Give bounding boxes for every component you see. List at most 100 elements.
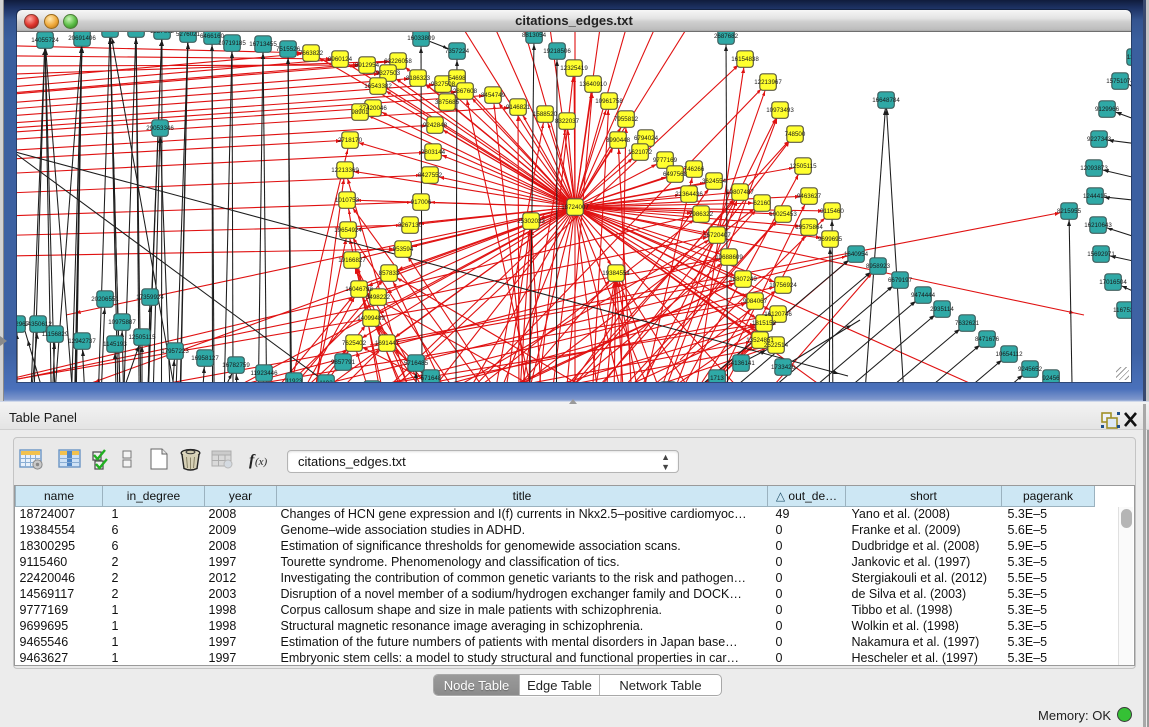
svg-text:13640910: 13640910 (579, 81, 607, 88)
svg-text:16046798: 16046798 (345, 286, 373, 293)
svg-text:1167534: 1167534 (1113, 307, 1131, 314)
svg-text:2867608: 2867608 (453, 88, 478, 95)
svg-text:21364436: 21364436 (675, 191, 703, 198)
svg-text:10025453: 10025453 (769, 211, 797, 218)
svg-text:11923: 11923 (286, 378, 303, 382)
svg-text:8215955: 8215955 (1057, 208, 1082, 215)
svg-text:748500: 748500 (785, 131, 806, 138)
svg-text:16120746: 16120746 (764, 311, 792, 318)
svg-text:12093873: 12093873 (1080, 165, 1108, 172)
svg-text:8960124: 8960124 (328, 56, 353, 63)
svg-text:6497568: 6497568 (663, 171, 688, 178)
svg-text:20691406: 20691406 (68, 35, 96, 42)
svg-text:5716485: 5716485 (404, 360, 429, 367)
svg-text:1244415: 1244415 (1083, 193, 1108, 200)
svg-text:11123: 11123 (1127, 54, 1131, 61)
svg-text:1621072: 1621072 (628, 149, 653, 156)
svg-text:14099489: 14099489 (357, 315, 385, 322)
svg-text:1691447: 1691447 (375, 340, 400, 347)
svg-text:7632621: 7632621 (955, 320, 980, 327)
svg-text:1640954: 1640954 (844, 251, 869, 258)
svg-text:3875685: 3875685 (435, 99, 460, 106)
svg-text:9227343: 9227343 (1087, 136, 1112, 143)
svg-text:16033809: 16033809 (407, 35, 435, 42)
svg-text:10975887: 10975887 (108, 319, 136, 326)
svg-text:16154838: 16154838 (731, 56, 759, 63)
svg-text:15751074: 15751074 (1106, 78, 1131, 85)
svg-text:7625402: 7625402 (342, 340, 367, 347)
svg-text:10973493: 10973493 (766, 107, 794, 114)
svg-text:12213369: 12213369 (331, 167, 359, 174)
svg-text:5276021: 5276021 (176, 32, 201, 38)
svg-text:2803144: 2803144 (421, 149, 446, 156)
svg-text:917006: 917006 (411, 199, 432, 206)
svg-text:12213967: 12213967 (754, 79, 782, 86)
svg-text:9699695: 9699695 (818, 236, 843, 243)
svg-text:16543382: 16543382 (364, 83, 392, 90)
svg-text:16782759: 16782759 (222, 362, 250, 369)
svg-text:10655267: 10655267 (96, 32, 124, 33)
svg-text:2522514: 2522514 (764, 342, 789, 349)
svg-text:7160552: 7160552 (124, 32, 149, 33)
svg-text:1815152: 1815152 (752, 320, 777, 327)
svg-text:19218506: 19218506 (543, 48, 571, 55)
svg-text:2718170: 2718170 (338, 137, 363, 144)
svg-text:16210643: 16210643 (1084, 222, 1112, 229)
svg-text:10688609: 10688609 (715, 254, 743, 261)
svg-text:9327508: 9327508 (431, 81, 456, 88)
svg-text:1588520: 1588520 (533, 111, 558, 118)
svg-text:9327503: 9327503 (376, 70, 401, 77)
svg-text:19166827: 19166827 (338, 257, 366, 264)
svg-text:8958923: 8958923 (866, 263, 891, 270)
svg-text:17359924: 17359924 (136, 294, 164, 301)
svg-text:6679197: 6679197 (888, 277, 913, 284)
svg-text:8427552: 8427552 (418, 172, 443, 179)
svg-text:8990448: 8990448 (606, 137, 631, 144)
svg-text:8813054: 8813054 (522, 32, 547, 39)
svg-text:9857791: 9857791 (331, 359, 356, 366)
svg-text:9084067: 9084067 (743, 298, 768, 305)
svg-text:16958127: 16958127 (191, 355, 219, 362)
svg-text:54698: 54698 (448, 75, 466, 82)
svg-text:83226058: 83226058 (384, 58, 412, 65)
svg-text:571648: 571648 (421, 375, 442, 382)
svg-text:3624554: 3624554 (702, 178, 727, 185)
svg-text:953594: 953594 (393, 246, 414, 253)
svg-text:11923446: 11923446 (250, 370, 278, 377)
svg-text:8454749: 8454749 (481, 92, 506, 99)
svg-text:9474444: 9474444 (911, 292, 936, 299)
svg-text:17016504: 17016504 (1099, 279, 1127, 286)
svg-text:17957223: 17957223 (161, 348, 189, 355)
svg-text:9463627: 9463627 (797, 193, 822, 200)
svg-text:14136141: 14136141 (727, 360, 755, 367)
svg-text:15692971: 15692971 (1087, 251, 1115, 258)
svg-text:92456: 92456 (1042, 375, 1060, 382)
svg-text:19575864: 19575864 (795, 224, 823, 231)
svg-text:3498222: 3498222 (366, 294, 391, 301)
svg-text:10654112: 10654112 (995, 351, 1023, 358)
svg-text:9242848: 9242848 (423, 122, 448, 129)
svg-text:2935114: 2935114 (930, 306, 954, 313)
svg-text:10961758: 10961758 (595, 98, 623, 105)
svg-text:19384554: 19384554 (602, 270, 630, 277)
svg-text:8186323: 8186323 (406, 75, 431, 82)
svg-text:11156829: 11156829 (42, 331, 69, 338)
svg-text:12505115: 12505115 (128, 334, 156, 341)
svg-text:9115460: 9115460 (820, 208, 844, 215)
svg-text:6794024: 6794024 (634, 135, 659, 142)
svg-text:19654924: 19654924 (334, 227, 362, 234)
svg-text:10719185: 10719185 (218, 40, 246, 47)
svg-text:18807249: 18807249 (729, 276, 757, 283)
svg-text:20206551: 20206551 (91, 296, 119, 303)
svg-text:12505115: 12505115 (789, 163, 817, 170)
svg-text:7357224: 7357224 (445, 48, 470, 55)
svg-text:8471676: 8471676 (975, 336, 1000, 343)
svg-text:14055724: 14055724 (31, 37, 59, 44)
svg-text:10756924: 10756924 (769, 282, 797, 289)
svg-text:25302033: 25302033 (517, 218, 545, 225)
svg-text:857833: 857833 (379, 270, 400, 277)
svg-text:1733426: 1733426 (771, 364, 796, 371)
svg-text:9146821: 9146821 (506, 104, 531, 111)
svg-text:8322037: 8322037 (555, 118, 580, 125)
svg-text:8912954: 8912954 (355, 62, 380, 69)
